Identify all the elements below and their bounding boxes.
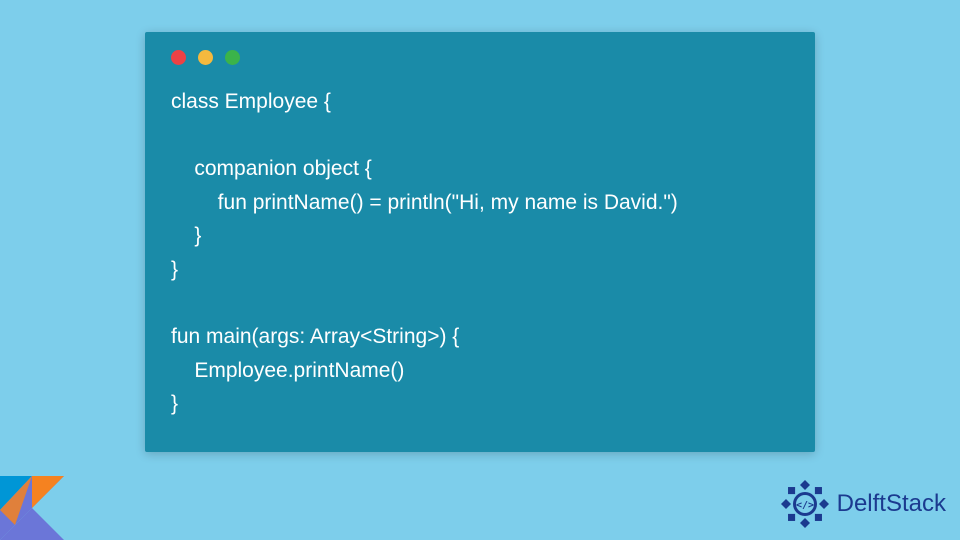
delft-emblem-icon: </> [779, 478, 831, 530]
svg-text:</>: </> [796, 500, 814, 511]
code-window: class Employee { companion object { fun … [145, 32, 815, 452]
maximize-icon [225, 50, 240, 65]
brand-name: DelftStack [837, 490, 946, 518]
close-icon [171, 50, 186, 65]
minimize-icon [198, 50, 213, 65]
brand-badge: </> DelftStack [779, 478, 946, 530]
code-block: class Employee { companion object { fun … [171, 85, 789, 421]
window-traffic-lights [171, 50, 789, 65]
kotlin-logo-icon [0, 476, 64, 540]
